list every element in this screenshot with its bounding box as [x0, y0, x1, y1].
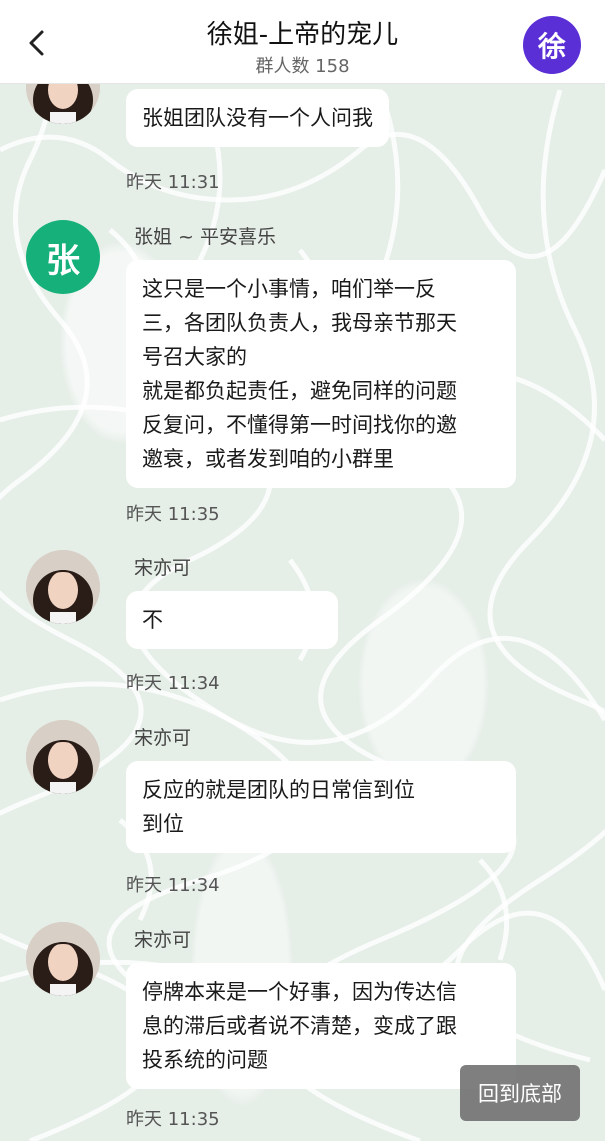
- chat-title: 徐姐-上帝的宠儿: [206, 20, 399, 50]
- sender-name: 宋亦可: [134, 727, 192, 749]
- sender-name: 张姐 ~ 平安喜乐: [134, 226, 276, 248]
- message-bubble[interactable]: 停牌本来是一个好事，因为传达信 息的滞后或者说不清楚，变成了跟 投系统的问题: [126, 963, 516, 1089]
- sender-name: 宋亦可: [134, 557, 192, 579]
- avatar[interactable]: 张: [26, 220, 100, 294]
- group-avatar[interactable]: 徐: [523, 16, 581, 74]
- sender-name: 宋亦可: [134, 929, 192, 951]
- chat-header: 徐姐-上帝的宠儿 群人数 158 徐: [0, 0, 605, 84]
- message-bubble[interactable]: 反应的就是团队的日常信到位 到位: [126, 761, 516, 853]
- message-time: 昨天 11:35: [126, 1109, 220, 1130]
- message-bubble[interactable]: 张姐团队没有一个人问我: [126, 89, 389, 147]
- member-count: 群人数 158: [255, 56, 350, 77]
- scroll-to-bottom-button[interactable]: 回到底部: [460, 1065, 580, 1121]
- message-time: 昨天 11:34: [126, 673, 220, 694]
- avatar[interactable]: [26, 720, 100, 794]
- message-bubble[interactable]: 这只是一个小事情，咱们举一反 三，各团队负责人，我母亲节那天 号召大家的 就是都…: [126, 260, 516, 488]
- message-time: 昨天 11:34: [126, 875, 220, 896]
- message-time: 昨天 11:31: [126, 172, 220, 193]
- message-bubble[interactable]: 不: [126, 591, 338, 649]
- message-time: 昨天 11:35: [126, 504, 220, 525]
- avatar[interactable]: [26, 922, 100, 996]
- avatar[interactable]: [26, 550, 100, 624]
